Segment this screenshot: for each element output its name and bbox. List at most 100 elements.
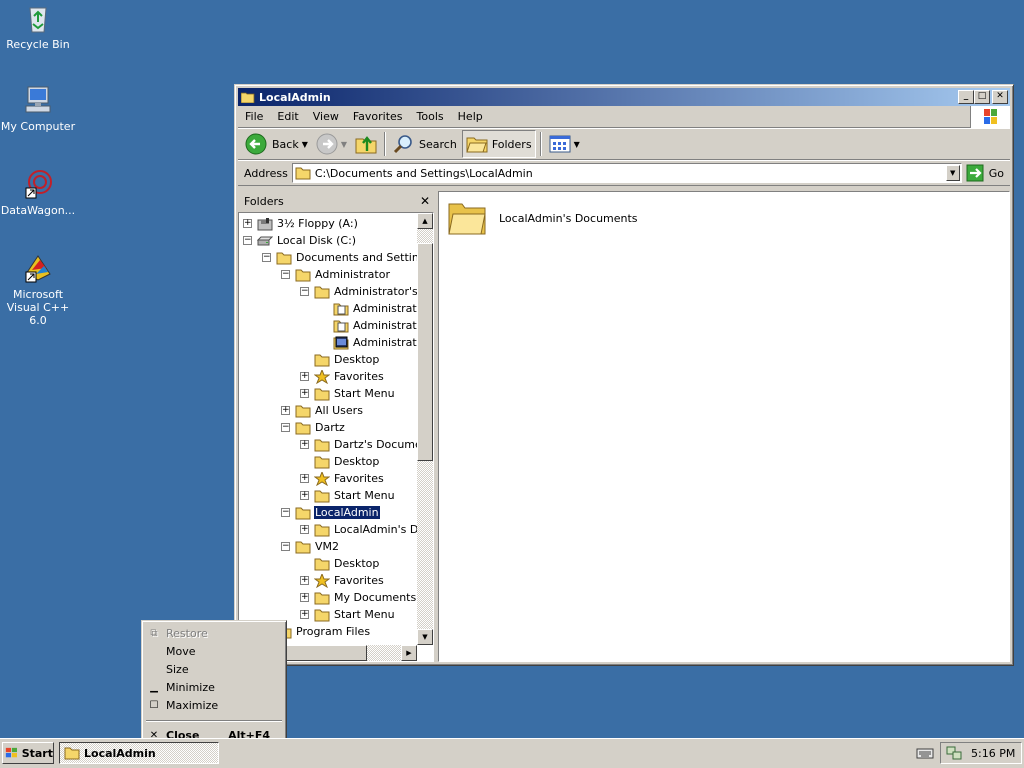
tree-item[interactable]: + Start Menu — [239, 487, 417, 504]
forward-button[interactable]: ▼ — [313, 130, 350, 158]
tree-item[interactable]: Desktop — [239, 555, 417, 572]
collapse-icon[interactable]: − — [300, 287, 309, 296]
menu-item-restore[interactable]: ⧉ Restore — [144, 624, 284, 642]
title-bar[interactable]: LocalAdmin _ □ ✕ — [238, 88, 1010, 106]
menu-item-maximize[interactable]: ☐ Maximize — [144, 696, 284, 714]
tree-item[interactable]: Administrator — [239, 317, 417, 334]
collapse-icon[interactable]: − — [281, 542, 290, 551]
scroll-down-button[interactable]: ▼ — [417, 629, 433, 645]
menu-view[interactable]: View — [306, 110, 346, 123]
file-item-localadmin-documents[interactable]: LocalAdmin's Documents — [447, 200, 638, 236]
chevron-down-icon[interactable]: ▼ — [574, 140, 580, 149]
floppy-drive-icon — [257, 217, 273, 231]
expand-icon[interactable]: + — [281, 406, 290, 415]
maximize-icon: ☐ — [149, 699, 159, 711]
tree-item[interactable]: + My Documents — [239, 589, 417, 606]
folder-up-icon — [355, 136, 377, 154]
tree-item[interactable]: − Administrator's Documents — [239, 283, 417, 300]
tree-item-label: Favorites — [334, 574, 384, 587]
menu-item-move[interactable]: Move — [144, 642, 284, 660]
tree-item[interactable]: + Favorites — [239, 470, 417, 487]
expand-icon[interactable]: + — [300, 610, 309, 619]
video-folder-icon — [333, 336, 349, 350]
tree-item[interactable]: − Dartz — [239, 419, 417, 436]
favorites-star-icon — [313, 572, 331, 588]
tree-item[interactable]: + Favorites — [239, 572, 417, 589]
back-button[interactable]: Back ▼ — [242, 130, 311, 158]
menu-item-size[interactable]: Size — [144, 660, 284, 678]
address-input[interactable]: C:\Documents and Settings\LocalAdmin ▼ — [291, 163, 962, 183]
favorites-star-icon — [313, 470, 331, 486]
tree-item[interactable]: + All Users — [239, 402, 417, 419]
tree-item[interactable]: Desktop — [239, 351, 417, 368]
scroll-thumb[interactable] — [417, 243, 433, 461]
desktop-icon-datawagon[interactable]: DataWagon... — [0, 168, 78, 217]
chevron-down-icon[interactable]: ▼ — [302, 140, 308, 149]
tree-item[interactable]: + Dartz's Documents — [239, 436, 417, 453]
expand-icon[interactable]: + — [300, 525, 309, 534]
maximize-button[interactable]: □ — [974, 90, 990, 104]
expand-icon[interactable]: + — [300, 372, 309, 381]
close-button[interactable]: ✕ — [992, 90, 1008, 104]
tree-item[interactable]: − Documents and Settings — [239, 249, 417, 266]
tree-item[interactable]: − Administrator — [239, 266, 417, 283]
folders-button[interactable]: Folders — [461, 130, 536, 158]
expand-icon[interactable]: + — [300, 593, 309, 602]
tree-item[interactable]: − VM2 — [239, 538, 417, 555]
tree-item[interactable]: + Start Menu — [239, 385, 417, 402]
expand-icon[interactable]: + — [300, 491, 309, 500]
tree-item-label: LocalAdmin's Documents — [334, 523, 417, 536]
collapse-icon[interactable]: − — [262, 253, 271, 262]
clock[interactable]: 5:16 PM — [971, 747, 1015, 760]
keyboard-icon[interactable] — [916, 746, 934, 763]
collapse-icon[interactable]: − — [281, 508, 290, 517]
menu-tools[interactable]: Tools — [410, 110, 451, 123]
search-label: Search — [419, 137, 457, 151]
expand-icon[interactable]: + — [300, 474, 309, 483]
menu-help[interactable]: Help — [451, 110, 490, 123]
menu-edit[interactable]: Edit — [270, 110, 305, 123]
expand-icon[interactable]: + — [300, 389, 309, 398]
chevron-down-icon[interactable]: ▼ — [341, 140, 347, 149]
desktop-icon-visual-cpp[interactable]: Microsoft Visual C++ 6.0 — [0, 252, 78, 327]
tree-item[interactable]: + LocalAdmin's Documents — [239, 521, 417, 538]
desktop-icon-recycle-bin[interactable]: Recycle Bin — [0, 2, 78, 51]
computer-icon — [22, 84, 54, 116]
folders-pane-title: Folders — [244, 194, 284, 208]
up-button[interactable] — [352, 130, 380, 158]
menu-favorites[interactable]: Favorites — [346, 110, 410, 123]
tree-item-label: Administrator — [353, 336, 417, 349]
start-button[interactable]: Start — [2, 742, 54, 764]
tree-item[interactable]: Desktop — [239, 453, 417, 470]
tree-item[interactable]: +3½ Floppy (A:) — [239, 215, 417, 232]
address-dropdown-button[interactable]: ▼ — [945, 165, 960, 181]
tree-item[interactable]: Administrator — [239, 334, 417, 351]
taskbar-button-localadmin[interactable]: LocalAdmin — [59, 742, 219, 764]
collapse-icon[interactable]: − — [281, 270, 290, 279]
views-button[interactable]: ▼ — [546, 130, 583, 158]
folder-icon — [314, 557, 330, 571]
network-icon[interactable] — [945, 745, 963, 761]
scroll-up-button[interactable]: ▲ — [417, 213, 433, 229]
close-icon[interactable]: ✕ — [420, 194, 430, 208]
go-button[interactable]: Go — [966, 164, 1004, 182]
minimize-button[interactable]: _ — [958, 90, 974, 104]
expand-icon[interactable]: + — [243, 219, 252, 228]
expand-icon[interactable]: + — [300, 440, 309, 449]
tree-item[interactable]: + Favorites — [239, 368, 417, 385]
tree-item[interactable]: Administrator — [239, 300, 417, 317]
collapse-icon[interactable]: − — [281, 423, 290, 432]
collapse-icon[interactable]: − — [243, 236, 252, 245]
desktop-icon-my-computer[interactable]: My Computer — [0, 84, 78, 133]
expand-icon[interactable]: + — [300, 576, 309, 585]
tree-item[interactable]: − Local Disk (C:) — [239, 232, 417, 249]
menu-item-label: Restore — [166, 626, 208, 640]
tree-item[interactable]: − LocalAdmin — [239, 504, 417, 521]
scroll-right-button[interactable]: ▶ — [401, 645, 417, 661]
vertical-scrollbar[interactable]: ▲ ▼ — [417, 213, 433, 645]
file-list-pane[interactable]: LocalAdmin's Documents — [438, 191, 1010, 662]
folder-tree[interactable]: +3½ Floppy (A:) − Local Disk (C:) − Document… — [238, 212, 434, 662]
menu-file[interactable]: File — [238, 110, 270, 123]
search-button[interactable]: Search — [390, 130, 460, 158]
menu-item-minimize[interactable]: ▁ Minimize — [144, 678, 284, 696]
